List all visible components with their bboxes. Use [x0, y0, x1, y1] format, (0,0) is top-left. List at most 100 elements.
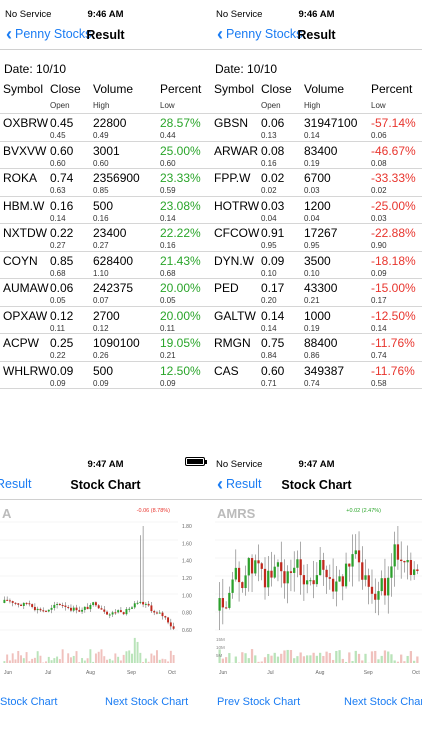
table-row[interactable]: GALTW 0.14 1000 -12.50% 0.14 0.19 0.14	[211, 307, 422, 334]
volume-bar	[254, 655, 257, 663]
low-cell: 0.59	[160, 186, 176, 195]
table-row[interactable]: DYN.W 0.09 3500 -18.18% 0.10 0.10 0.09	[211, 252, 422, 279]
volume-cell: 23400	[93, 226, 127, 240]
chart-ticker: A	[2, 506, 12, 521]
volume-cell: 3001	[93, 143, 120, 158]
candle-body	[172, 626, 175, 629]
table-row[interactable]: CFCOW 0.91 17267 -22.88% 0.95 0.95 0.90	[211, 224, 422, 252]
nav-title: Stock Chart	[70, 478, 141, 492]
candle-body	[367, 575, 370, 587]
candle-body	[53, 604, 56, 608]
nav-bar: ‹ Result Stock Chart	[211, 472, 422, 500]
table-row[interactable]: PED 0.17 43300 -15.00% 0.20 0.21 0.17	[211, 279, 422, 307]
candle-body	[17, 603, 20, 605]
volume-bar	[403, 661, 406, 663]
open-cell: 0.22	[50, 351, 66, 360]
candle-body	[331, 578, 335, 592]
symbol-cell: GALTW	[214, 308, 256, 323]
candle-body	[114, 612, 117, 614]
candle-body	[250, 558, 254, 574]
candle-body	[400, 559, 403, 562]
candle-body	[322, 559, 325, 570]
volume-bar	[142, 661, 145, 663]
volume-bar	[260, 661, 263, 663]
table-row[interactable]: HOTRW 0.03 1200 -25.00% 0.04 0.04 0.03	[211, 197, 422, 224]
volume-bar	[267, 653, 270, 663]
nav-bar: ‹ Penny Stocks Result	[0, 22, 211, 50]
volume-bar	[47, 656, 50, 663]
result-panel-losers: No Service 9:46 AM ‹ Penny Stocks Result…	[211, 0, 422, 425]
candle-body	[28, 603, 31, 605]
table-row[interactable]: WHLRW 0.09 500 12.50% 0.09 0.09 0.09	[0, 362, 211, 389]
table-row[interactable]: CAS 0.60 349387 -11.76% 0.71 0.74 0.58	[211, 362, 422, 389]
low-cell: 0.44	[160, 131, 176, 140]
price-tick-label: 0.60	[182, 628, 192, 634]
candle-body	[221, 598, 224, 608]
stock-chart[interactable]: AMRS +0.02 (2.47%) 15M 10M 5M Jun Jul Aug Sep Oct	[211, 500, 422, 685]
table-row[interactable]: ACPW 0.25 1090100 19.05% 0.22 0.26 0.21	[0, 334, 211, 362]
high-cell: 0.49	[93, 131, 109, 140]
volume-bar	[331, 659, 335, 663]
table-row[interactable]: HBM.W 0.16 500 23.08% 0.14 0.16 0.14	[0, 197, 211, 224]
candle-body	[61, 605, 64, 607]
close-cell: 0.09	[50, 363, 74, 378]
table-row[interactable]: BVXVW 0.60 3001 25.00% 0.60 0.60 0.60	[0, 142, 211, 169]
nav-title: Result	[297, 28, 336, 42]
table-row[interactable]: GBSN 0.06 31947100 -57.14% 0.13 0.14 0.06	[211, 114, 422, 142]
volume-bar	[150, 653, 153, 663]
close-cell: 0.09	[261, 253, 285, 268]
candle-body	[328, 577, 331, 579]
header-percent: Percent	[371, 82, 413, 96]
stock-chart[interactable]: A -0.06 (8.78%) 1.80 1.60 1.40 1.20 1.00 0.80 0.…	[0, 500, 211, 685]
table-row[interactable]: RMGN 0.75 88400 -11.76% 0.84 0.86 0.74	[211, 334, 422, 362]
prev-chart-link[interactable]: Prev Stock Chart	[217, 696, 300, 708]
table-row[interactable]: NXTDW 0.22 23400 22.22% 0.27 0.27 0.16	[0, 224, 211, 252]
nav-bar: Result Stock Chart	[0, 472, 211, 500]
volume-bar	[244, 653, 247, 663]
table-row[interactable]: FPP.W 0.02 6700 -33.33% 0.02 0.03 0.02	[211, 169, 422, 197]
table-row[interactable]: OPXAW 0.12 2700 20.00% 0.11 0.12 0.11	[0, 307, 211, 334]
volume-bar	[413, 660, 416, 663]
x-tick-label: Sep	[127, 670, 136, 676]
candle-body	[260, 563, 263, 569]
volume-bar	[119, 660, 122, 663]
table-row[interactable]: OXBRW 0.45 22800 28.57% 0.45 0.49 0.44	[0, 114, 211, 142]
volume-bar	[139, 652, 142, 663]
table-header: Symbol Close Volume Percent Open High Lo…	[0, 80, 211, 114]
symbol-cell: ROKA	[3, 171, 38, 185]
candle-body	[293, 567, 296, 573]
volume-bar	[155, 650, 158, 663]
prev-chart-link[interactable]: Stock Chart	[0, 696, 57, 708]
candle-body	[75, 607, 78, 611]
high-cell: 0.12	[93, 323, 109, 333]
volume-bar	[3, 661, 6, 663]
candle-body	[47, 609, 50, 612]
volume-bar	[11, 653, 14, 663]
table-row[interactable]: ROKA 0.74 2356900 23.33% 0.63 0.85 0.59	[0, 169, 211, 197]
header-volume: Volume	[93, 82, 134, 96]
close-cell: 0.06	[261, 116, 285, 130]
symbol-cell: BVXVW	[3, 143, 47, 158]
volume-bar	[325, 651, 328, 663]
open-cell: 0.45	[50, 131, 66, 140]
table-row[interactable]: COYN 0.85 628400 21.43% 0.68 1.10 0.68	[0, 252, 211, 279]
candle-body	[31, 604, 34, 607]
candle-body	[244, 575, 247, 589]
high-cell: 0.26	[93, 351, 109, 360]
close-cell: 0.08	[261, 143, 285, 158]
candle-body	[50, 607, 53, 610]
next-chart-link[interactable]: Next Stock Chart	[105, 696, 188, 708]
percent-cell: 19.05%	[160, 336, 201, 350]
volume-bar	[293, 658, 296, 663]
chart-nav-links: Stock Chart Next Stock Chart	[0, 696, 211, 712]
low-cell: 0.58	[371, 378, 387, 388]
close-cell: 0.17	[261, 281, 285, 295]
volume-bar	[338, 650, 341, 663]
x-tick-label: Jun	[219, 670, 227, 676]
next-chart-link[interactable]: Next Stock Char	[344, 696, 422, 708]
table-row[interactable]: AUMAW 0.06 242375 20.00% 0.05 0.07 0.05	[0, 279, 211, 307]
low-cell: 0.14	[160, 213, 176, 223]
volume-bar	[147, 661, 150, 663]
table-row[interactable]: ARWAR 0.08 83400 -46.67% 0.16 0.19 0.08	[211, 142, 422, 169]
high-cell: 0.19	[304, 158, 320, 168]
